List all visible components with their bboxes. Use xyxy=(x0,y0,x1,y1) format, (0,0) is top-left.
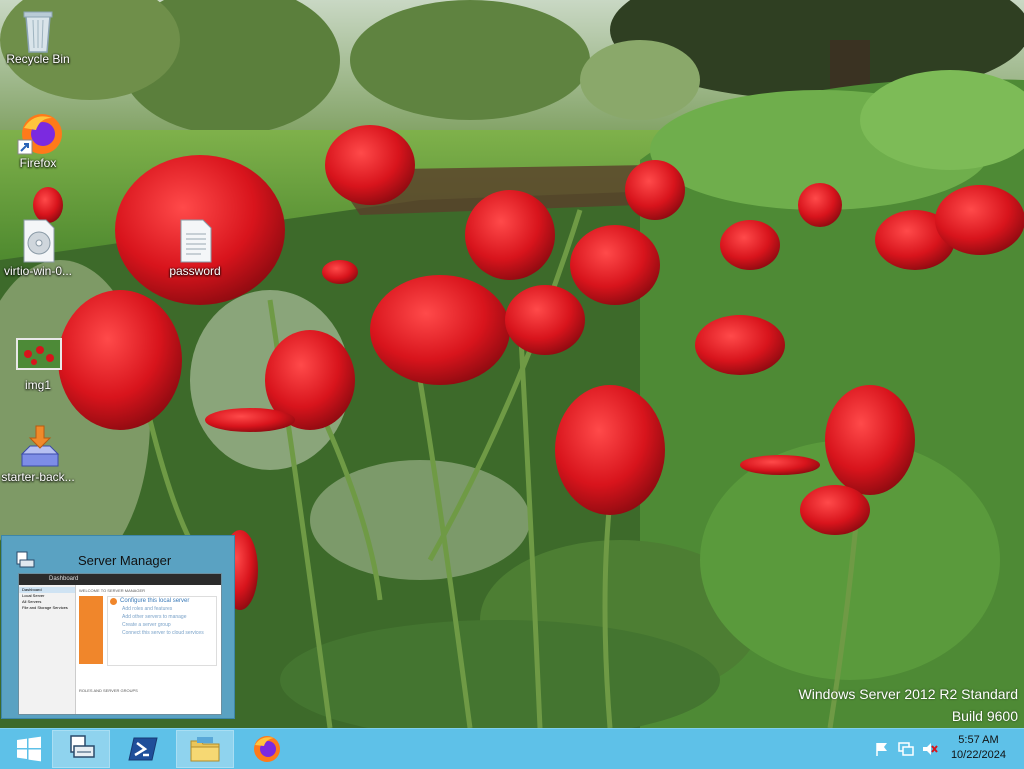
desktop-icon-starter-backup[interactable]: starter-back... xyxy=(0,424,78,484)
system-clock[interactable]: 5:57 AM 10/22/2024 xyxy=(951,733,1006,763)
watermark-build: Build 9600 xyxy=(951,708,1018,724)
desktop-icon-label: Firefox xyxy=(19,156,57,170)
windows-logo-icon xyxy=(17,736,41,762)
volume-muted-icon[interactable] xyxy=(922,741,938,757)
clock-date: 10/22/2024 xyxy=(950,749,1006,761)
desktop-icon-password[interactable]: password xyxy=(155,218,235,278)
desktop-icon-label: starter-back... xyxy=(1,470,75,484)
powershell-icon xyxy=(128,737,158,761)
desktop-icon-recycle-bin[interactable]: Recycle Bin xyxy=(0,6,78,66)
step-number-badge xyxy=(110,598,117,605)
desktop-icon-label: password xyxy=(169,264,221,278)
desktop-icon-label: img1 xyxy=(24,378,51,392)
folder-icon xyxy=(190,737,220,762)
server-manager-window-snapshot: Dashboard Dashboard Local Server All Ser… xyxy=(18,573,222,715)
preview-title: Server Manager xyxy=(78,553,172,568)
network-icon[interactable] xyxy=(898,741,914,757)
taskbar-powershell-button[interactable] xyxy=(114,730,172,768)
snapshot-breadcrumb: Dashboard xyxy=(19,574,221,585)
image-file-icon xyxy=(16,332,62,376)
text-file-icon xyxy=(173,218,217,263)
taskbar-server-manager-button[interactable] xyxy=(52,730,110,768)
firefox-icon xyxy=(16,110,62,155)
snapshot-quick-start-tile xyxy=(79,596,103,664)
desktop-icon-label: Recycle Bin xyxy=(6,52,70,66)
snapshot-sidebar: Dashboard Local Server All Servers File … xyxy=(19,585,76,714)
recycle-bin-icon xyxy=(16,6,60,53)
snapshot-steps: Configure this local server Add roles an… xyxy=(107,596,217,666)
installer-icon xyxy=(16,424,60,468)
disc-image-icon xyxy=(16,218,60,263)
server-manager-icon xyxy=(16,551,36,569)
desktop-icon-label: virtio-win-0... xyxy=(3,264,72,278)
clock-time: 5:57 AM xyxy=(958,734,999,746)
start-button[interactable] xyxy=(0,730,58,768)
action-center-flag-icon[interactable] xyxy=(874,741,890,757)
desktop-icon-virtio-win[interactable]: virtio-win-0... xyxy=(0,218,78,278)
taskbar: 5:57 AM 10/22/2024 xyxy=(0,728,1024,769)
taskbar-thumbnail-preview[interactable]: Server Manager Dashboard Dashboard Local… xyxy=(1,535,235,719)
desktop-icon-img1[interactable]: img1 xyxy=(0,332,78,392)
watermark-edition: Windows Server 2012 R2 Standard xyxy=(798,686,1018,702)
taskbar-file-explorer-button[interactable] xyxy=(176,730,234,768)
desktop-icon-firefox[interactable]: Firefox xyxy=(0,110,78,170)
server-manager-icon xyxy=(70,735,95,758)
firefox-icon xyxy=(254,736,280,762)
windows-version-watermark: Windows Server 2012 R2 Standard Build 96… xyxy=(799,683,1018,727)
taskbar-firefox-button[interactable] xyxy=(238,730,296,768)
